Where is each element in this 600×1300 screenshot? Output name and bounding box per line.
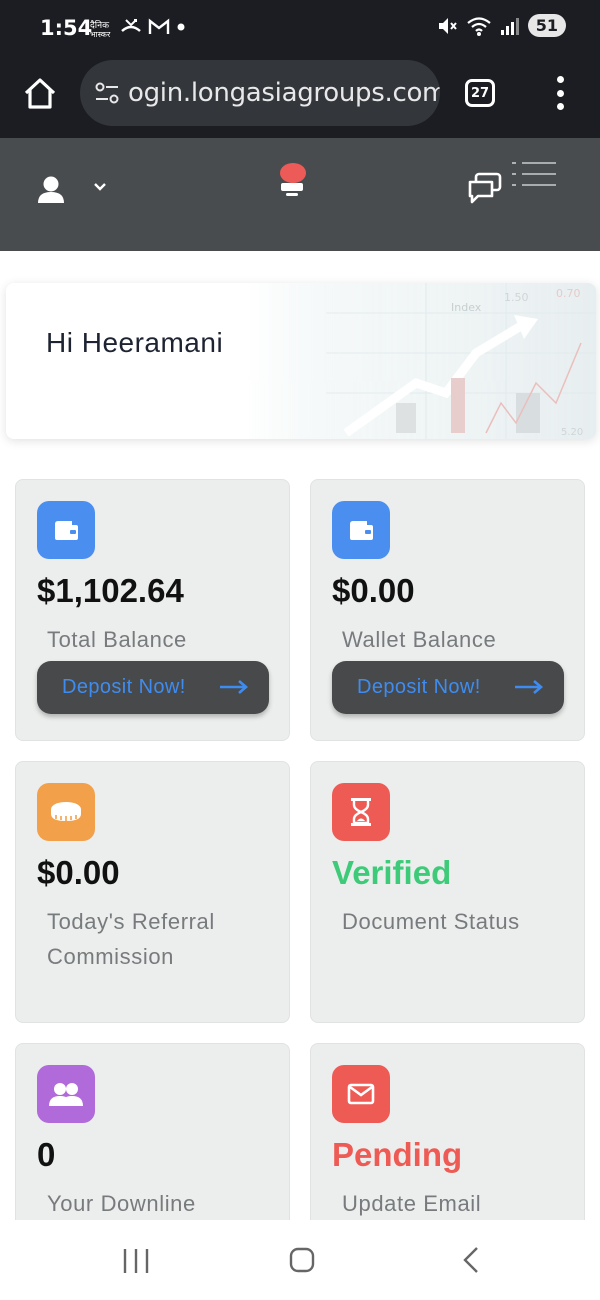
browser-menu-icon[interactable] — [552, 76, 568, 110]
home-nav-icon[interactable] — [289, 1247, 315, 1273]
news-icon: दैनिकभास्कर — [90, 19, 111, 38]
signal-icon — [500, 17, 519, 35]
downline-value: 0 — [37, 1136, 56, 1173]
update-email-label: Update Email — [342, 1191, 482, 1216]
chat-icon[interactable] — [468, 172, 502, 204]
system-nav-bar — [0, 1220, 600, 1300]
mute-icon — [438, 17, 457, 34]
users-icon — [37, 1065, 95, 1123]
document-status-card: Verified Document Status — [310, 761, 585, 1023]
art-label-index: Index — [451, 301, 482, 314]
status-right: 51 — [436, 14, 566, 37]
downline-card: 0 Your Downline — [15, 1043, 290, 1243]
art-label-1: 1.50 — [504, 291, 529, 304]
menu-lines-icon[interactable] — [510, 160, 558, 194]
user-icon[interactable] — [36, 175, 66, 205]
wallet-icon — [332, 501, 390, 559]
finance-chart-background: Index 1.50 0.70 5.20 — [246, 283, 596, 439]
chevron-down-icon[interactable] — [92, 180, 108, 194]
deposit-now-button[interactable]: Deposit Now! — [332, 661, 564, 714]
missed-call-icon — [121, 19, 141, 32]
coin-icon — [37, 783, 95, 841]
status-bar: 1:54 दैनिक भास्कर 51 — [0, 0, 600, 58]
total-balance-card: $1,102.64 Total Balance Deposit Now! — [15, 479, 290, 741]
referral-commission-value: $0.00 — [37, 854, 120, 891]
deposit-now-label: Deposit Now! — [62, 676, 186, 698]
wallet-balance-value: $0.00 — [332, 572, 415, 609]
recent-apps-icon[interactable] — [122, 1248, 150, 1274]
mail-icon — [332, 1065, 390, 1123]
total-balance-value: $1,102.64 — [37, 572, 184, 609]
hourglass-icon — [332, 783, 390, 841]
document-status-label: Document Status — [342, 909, 520, 934]
referral-commission-label: Today's Referral Commission — [47, 909, 215, 969]
update-email-value: Pending — [332, 1136, 463, 1173]
greeting-text: Hi Heeramani — [46, 327, 224, 358]
site-settings-icon[interactable] — [94, 80, 120, 106]
greeting-card: Hi Heeramani Index 1.50 0.70 5.20 — [6, 283, 596, 439]
deposit-now-button[interactable]: Deposit Now! — [37, 661, 269, 714]
deposit-now-label: Deposit Now! — [357, 676, 481, 698]
wallet-icon — [37, 501, 95, 559]
brand-logo-icon[interactable] — [272, 162, 312, 202]
app-header — [0, 138, 600, 251]
back-nav-icon[interactable] — [462, 1246, 480, 1274]
downline-label: Your Downline — [47, 1191, 196, 1216]
wallet-balance-card: $0.00 Wallet Balance Deposit Now! — [310, 479, 585, 741]
notification-icons: दैनिक भास्कर — [90, 16, 186, 38]
address-bar[interactable]: ogin.longasiagroups.com — [80, 60, 440, 126]
wifi-icon — [467, 16, 491, 36]
status-time: 1:54 — [40, 16, 93, 40]
update-email-card: Pending Update Email — [310, 1043, 585, 1243]
arrow-right-icon — [220, 680, 248, 694]
browser-home-icon[interactable] — [22, 76, 58, 112]
battery-level: 51 — [527, 14, 566, 37]
total-balance-label: Total Balance — [47, 627, 187, 652]
referral-commission-card: $0.00 Today's Referral Commission — [15, 761, 290, 1023]
url-text: ogin.longasiagroups.com — [128, 78, 440, 108]
arrow-right-icon — [515, 680, 543, 694]
dot-icon — [177, 23, 185, 31]
document-status-value: Verified — [332, 854, 452, 891]
tab-switcher-button[interactable]: 27 — [465, 79, 495, 107]
browser-toolbar: ogin.longasiagroups.com 27 — [0, 58, 600, 138]
art-label-2: 0.70 — [556, 287, 581, 300]
art-label-3: 5.20 — [561, 427, 583, 438]
svg-text:भास्कर: भास्कर — [90, 30, 111, 38]
gmail-icon — [148, 18, 170, 34]
wallet-balance-label: Wallet Balance — [342, 627, 497, 652]
